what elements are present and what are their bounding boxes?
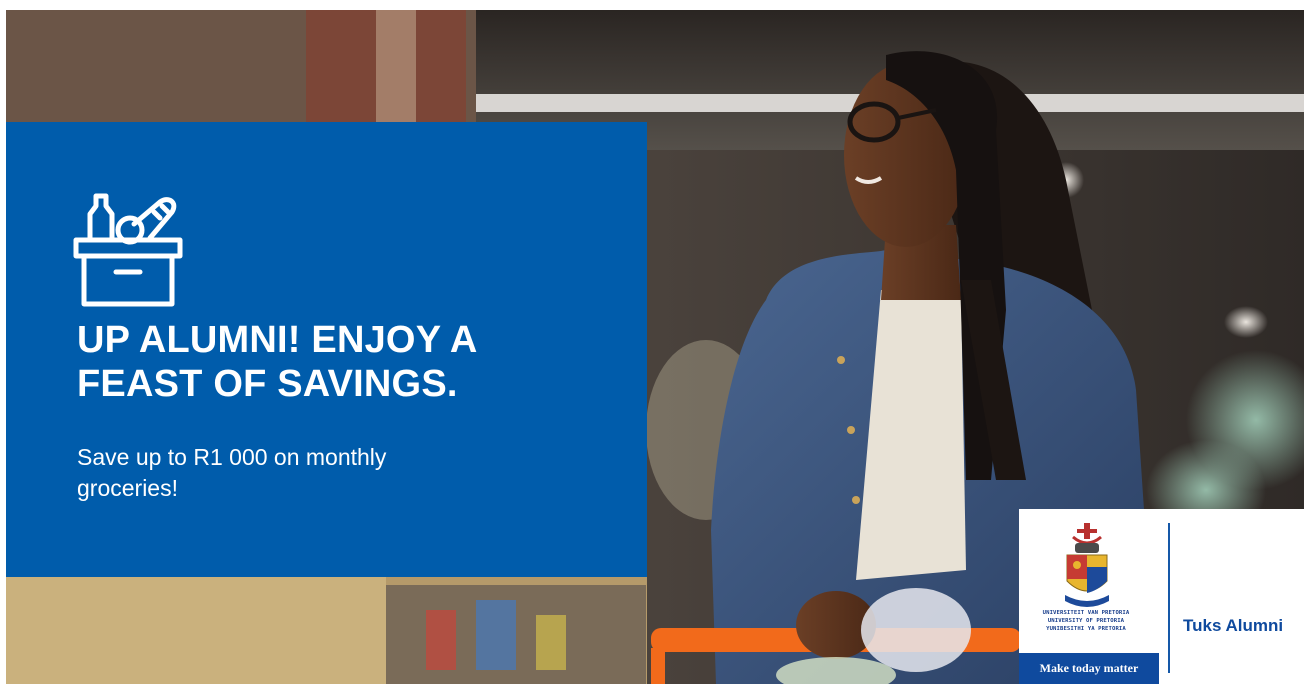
promo-banner: UP ALUMNI! ENJOY A FEAST OF SAVINGS. Sav… [6,10,1304,684]
university-crest-icon [1065,523,1109,607]
university-name-sepedi: YUNIBESITHI YA PRETORIA [1046,626,1126,632]
promo-subline: Save up to R1 000 on monthly groceries! [77,442,497,504]
grocery-box-icon [73,193,183,307]
tagline-bar: Make today matter [1019,653,1159,684]
headline-line-2: FEAST OF SAVINGS. [77,363,458,405]
university-name-english: UNIVERSITY OF PRETORIA [1047,618,1125,624]
subline-line-2: groceries! [77,475,178,501]
promo-panel: UP ALUMNI! ENJOY A FEAST OF SAVINGS. Sav… [6,122,647,577]
headline-line-1: UP ALUMNI! ENJOY A [77,319,478,361]
up-tuks-alumni-logo: UNIVERSITEIT VAN PRETORIA UNIVERSITY OF … [1019,509,1304,684]
promo-headline: UP ALUMNI! ENJOY A FEAST OF SAVINGS. [77,318,617,406]
university-name-afrikaans: UNIVERSITEIT VAN PRETORIA [1042,610,1130,616]
university-names: UNIVERSITEIT VAN PRETORIA UNIVERSITY OF … [1025,609,1147,633]
logo-divider [1168,523,1170,673]
tuks-alumni-label: Tuks Alumni [1183,616,1284,635]
subline-line-1: Save up to R1 000 on monthly [77,444,387,470]
